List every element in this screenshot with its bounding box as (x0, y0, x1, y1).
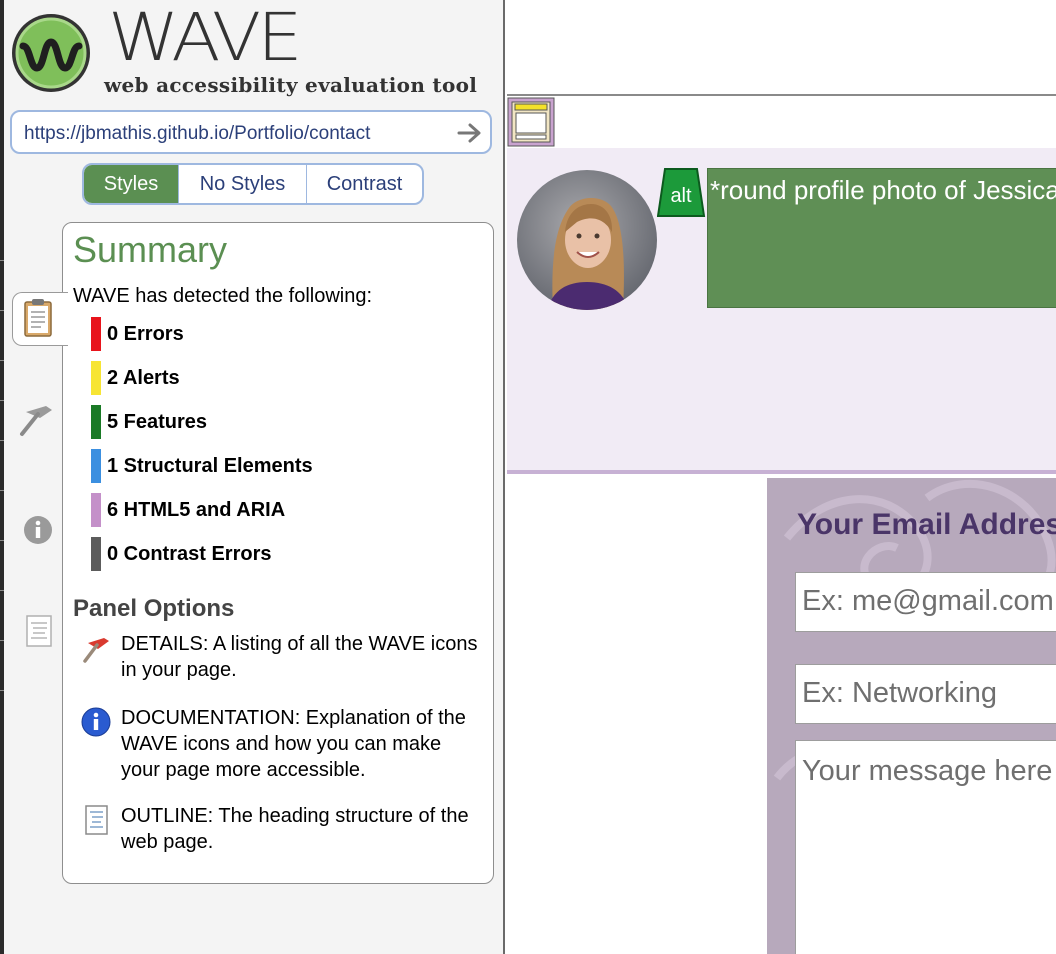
aria-color-bar (91, 493, 101, 527)
page-preview: alt *round profile photo of Jessica Your… (507, 0, 1056, 954)
info-icon (24, 516, 52, 544)
url-input[interactable]: https://jbmathis.github.io/Portfolio/con… (24, 123, 454, 145)
window-edge (0, 0, 4, 954)
errors-color-bar (91, 317, 101, 351)
alt-text-icon[interactable]: alt (656, 168, 707, 218)
arrow-right-icon[interactable] (456, 120, 484, 146)
side-tab-documentation[interactable] (14, 504, 62, 556)
summary-title: Summary (73, 229, 228, 270)
alt-text-tooltip: *round profile photo of Jessica (707, 168, 1056, 308)
clipboard-icon (24, 299, 52, 337)
preview-top-area (507, 0, 1056, 96)
email-input[interactable]: Ex: me@gmail.com (795, 572, 1056, 632)
tab-no-styles[interactable]: No Styles (178, 165, 306, 203)
url-field[interactable]: https://jbmathis.github.io/Portfolio/con… (10, 110, 492, 154)
brand-title: WAVE (108, 0, 303, 76)
summary-panel: Summary WAVE has detected the following:… (62, 222, 494, 884)
email-heading: Your Email Address (797, 508, 1056, 541)
summary-intro: WAVE has detected the following: (73, 285, 373, 307)
features-color-bar (91, 405, 101, 439)
stat-label: 2 Alerts (107, 367, 180, 389)
side-tab-summary[interactable] (12, 292, 68, 346)
contrast-color-bar (91, 537, 101, 571)
details-flag-icon[interactable] (79, 631, 113, 665)
info-icon[interactable] (79, 705, 113, 739)
contact-form: Your Email Address Ex: me@gmail.com Ex: … (767, 478, 1056, 954)
wave-sidebar: WAVE web accessibility evaluation tool h… (0, 0, 505, 954)
view-mode-tabs: Styles No Styles Contrast (82, 163, 424, 205)
profile-photo (517, 170, 657, 310)
tab-contrast[interactable]: Contrast (306, 165, 422, 203)
structure-color-bar (91, 449, 101, 483)
side-tab-details[interactable] (14, 396, 62, 448)
stat-label: 6 HTML5 and ARIA (107, 499, 286, 521)
structure-icon[interactable] (507, 97, 555, 147)
subject-input[interactable]: Ex: Networking (795, 664, 1056, 724)
tab-styles[interactable]: Styles (84, 165, 178, 203)
message-textarea[interactable]: Your message here (795, 740, 1056, 954)
option-documentation-text: DOCUMENTATION: Explanation of the WAVE i… (121, 707, 466, 781)
profile-section: alt *round profile photo of Jessica (507, 148, 1056, 474)
option-outline-text: OUTLINE: The heading structure of the we… (121, 805, 469, 853)
stat-label: 0 Contrast Errors (107, 543, 272, 565)
stat-label: 0 Errors (107, 323, 184, 345)
outline-document-icon[interactable] (79, 803, 113, 837)
option-details-text: DETAILS: A listing of all the WAVE icons… (121, 633, 478, 681)
brand-subtitle: web accessibility evaluation tool (104, 73, 478, 97)
alt-badge-label: alt (670, 185, 692, 207)
side-tab-outline[interactable] (14, 606, 62, 658)
stat-label: 5 Features (107, 411, 208, 433)
wave-logo-icon (10, 12, 92, 94)
alerts-color-bar (91, 361, 101, 395)
alt-text-value: *round profile photo of Jessica (710, 175, 1056, 205)
details-flag-icon (20, 406, 52, 436)
outline-document-icon (26, 615, 52, 647)
panel-options-title: Panel Options (73, 595, 235, 622)
stat-label: 1 Structural Elements (107, 455, 313, 477)
